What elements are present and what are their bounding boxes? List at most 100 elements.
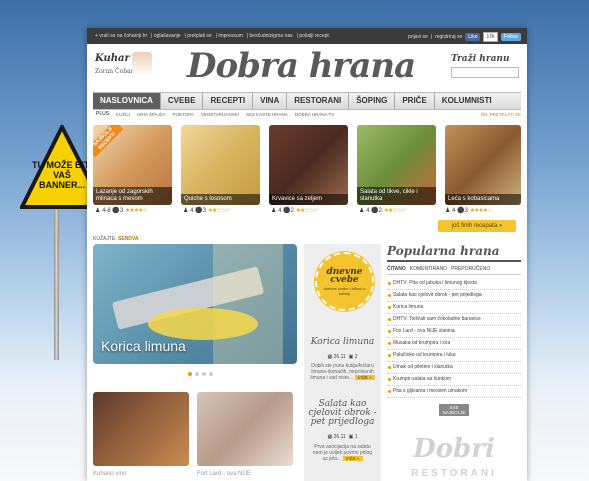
pot-icon: ⚫ — [195, 208, 203, 214]
facebook-like-button[interactable]: Like — [465, 33, 481, 41]
kuzajte: KUŽAJTE: SENDVA — [93, 236, 138, 242]
recipe-card[interactable]: Salata od tikve, cikle i slanutka — [357, 125, 436, 205]
list-item[interactable]: Fox Lard - ova NIJE slanina — [387, 326, 521, 338]
persons-icon: ♟ — [359, 208, 365, 214]
recipe-stats: ♟ 4 ⚫2 ★★☆☆☆ — [271, 207, 319, 214]
all-popular-button[interactable]: SVE NAJBOLJE — [439, 404, 469, 416]
rating-stars-icon: ★★☆☆☆ — [207, 208, 231, 214]
topbar-link[interactable]: + vrati se na čoharoji.hr — [95, 33, 147, 39]
list-item[interactable]: DHTV: Pita od jabuka i limunog tijesta — [387, 278, 521, 290]
recipe-card[interactable]: NAJBOLJI RECEPTI Lazanje od zagorskih ml… — [93, 125, 172, 205]
subnav-item[interactable]: KUŽILI — [116, 112, 130, 117]
nav-item-naslovnica[interactable]: NASLOVNICA — [93, 93, 161, 109]
nav-item-restorani[interactable]: RESTORANI — [287, 93, 350, 109]
tab-komentirano[interactable]: KOMENTIRANO — [410, 266, 447, 272]
topbar-link[interactable]: besčudnizigrna nas — [250, 33, 293, 39]
pot-count: 3 — [464, 208, 468, 214]
recipe-cards: NAJBOLJI RECEPTI Lazanje od zagorskih ml… — [93, 125, 521, 215]
pot-count: 2 — [290, 208, 294, 214]
topbar-link[interactable]: pošalji recept — [299, 33, 328, 39]
rating-stars-icon: ★★☆☆☆ — [295, 208, 319, 214]
more-recipes-button[interactable]: još finih recepata » — [438, 220, 516, 232]
mulled-wine-image[interactable] — [93, 392, 189, 466]
subnav-item[interactable]: PIJETOPA — [173, 112, 194, 117]
list-item[interactable]: DHTV: Tortirali sam čokoladne banance — [387, 314, 521, 326]
tip-title[interactable]: Korica limuna — [308, 338, 377, 347]
persons-count: 4 — [452, 208, 456, 214]
list-item[interactable]: Palačinke od krumpira i luka — [387, 350, 521, 362]
nav-item-vina[interactable]: VINA — [253, 93, 288, 109]
nav-item-soping[interactable]: ŠOPING — [349, 93, 396, 109]
tip-title[interactable]: Salata kao cjelovit obrok - pet prijedlo… — [308, 400, 377, 427]
topbar-link[interactable]: pretplati se — [187, 33, 211, 39]
kuzajte-link[interactable]: SENDVA — [118, 236, 138, 242]
tab-preporuceno[interactable]: PREPORUČENO — [451, 266, 490, 272]
ad-sign-text[interactable]: TU MOŽE BITI VAŠ BANNER... — [32, 160, 92, 190]
twitter-follow-button[interactable]: Follow — [500, 33, 521, 41]
popular-column: Popularna hrana ČITANO KOMENTIRANO PREPO… — [387, 244, 521, 481]
topbar-link[interactable]: impressum — [218, 33, 242, 39]
kuhar-title: Kuhar — [95, 53, 130, 64]
daily-tips-badge[interactable]: dnevne cvebe dnevne cvebe i trikovi u ku… — [315, 252, 374, 311]
search-input[interactable] — [451, 67, 519, 78]
lard-image[interactable] — [197, 392, 293, 466]
tip-text: Prva asocijacija na salatu nam je uvijek… — [310, 444, 375, 462]
subnav-item[interactable]: PLUS — [96, 111, 109, 117]
tip-comments: 1 — [354, 434, 358, 440]
popular-title: Popularna hrana — [387, 244, 521, 262]
list-item[interactable]: Pita s gljivama i mesnim umakom — [387, 386, 521, 398]
nav-item-recepti[interactable]: RECEPTI — [203, 93, 254, 109]
search-label: Traži hranu — [451, 54, 510, 64]
tip-comments: 2 — [354, 354, 358, 360]
persons-count: 4 — [190, 208, 194, 214]
subnav-item[interactable]: SEZ KASTE HRANA — [246, 112, 288, 117]
rating-stars-icon: ★★★★☆ — [124, 208, 148, 214]
search-box: Traži hranu — [451, 54, 519, 78]
tip-meta: ▦ 26.11 ▣ 1 — [308, 434, 377, 440]
nav-item-cvebe[interactable]: CVEBE — [161, 93, 204, 109]
topbar-link[interactable]: oglašavanje — [154, 33, 181, 39]
subnav-item[interactable]: DOBRA HRANA TV — [295, 112, 334, 117]
recipe-card[interactable]: Quiche s lososom — [181, 125, 260, 205]
list-item[interactable]: Korica limuna — [387, 302, 521, 314]
list-item[interactable]: Krumpir-salata sa šunkom — [387, 374, 521, 386]
recipe-title: Lazanje od zagorskih mlinaca s mesom — [93, 187, 172, 205]
persons-count: 4-8 — [102, 208, 111, 214]
subnav-item[interactable]: VEGETARIJANSKI — [201, 112, 239, 117]
list-item[interactable]: Musaka od krumpira i sira — [387, 338, 521, 350]
badge-title: dnevne cvebe — [326, 267, 363, 285]
slider-dot[interactable] — [195, 372, 199, 376]
slider-dot[interactable] — [209, 372, 213, 376]
nav-item-kolumnisti[interactable]: KOLUMNISTI — [435, 93, 499, 109]
recipe-card[interactable]: Leća s kobasicama — [445, 125, 521, 205]
recipe-card[interactable]: Krvavice sa zeljem — [269, 125, 348, 205]
facebook-count: 17k — [483, 32, 498, 42]
tab-citano[interactable]: ČITANO — [387, 266, 406, 272]
register-link[interactable]: registriraj se — [435, 34, 462, 40]
list-item[interactable]: Salata kao cjelovit obrok - pet prijedlo… — [387, 290, 521, 302]
slider-dot[interactable] — [202, 372, 206, 376]
more-button[interactable]: VIŠE » — [342, 456, 363, 461]
restorani-logo-text: RESTORANI — [411, 468, 497, 479]
subnav-item[interactable]: HRIA ŠPAJZA — [137, 112, 165, 117]
comment-icon: ▣ — [348, 354, 354, 360]
login-link[interactable]: prijavi se — [408, 34, 428, 40]
list-item[interactable]: Umak od piletine i slanutka — [387, 362, 521, 374]
main-nav: NASLOVNICA CVEBE RECEPTI VINA RESTORANI … — [93, 92, 521, 110]
subscribe-link[interactable]: DN: PRETPLATI SE — [481, 112, 521, 117]
tip-text: Dobili ste punu kutiju/košaru limuna dom… — [310, 363, 375, 381]
recipe-title: Leća s kobasicama — [445, 194, 521, 205]
feature-title: Korica limuna — [101, 338, 186, 354]
recipe-stats: ♟ 4 ⚫3 ★★☆☆☆ — [183, 207, 231, 214]
slider-dots — [188, 372, 213, 376]
more-button[interactable]: VIŠE » — [354, 375, 375, 380]
chef-avatar — [132, 52, 152, 76]
slider-dot[interactable] — [188, 372, 192, 376]
rating-stars-icon: ★★★★☆ — [469, 208, 493, 214]
site-logo[interactable]: Dobra hrana — [187, 46, 416, 86]
small-item-title[interactable]: Kuhano vino — [93, 471, 126, 477]
dobri-restorani-logo[interactable]: Dobri — [387, 434, 521, 464]
small-item-title[interactable]: Fort Lard - ova NIJE — [197, 471, 251, 477]
feature-slide[interactable]: Korica limuna — [93, 244, 297, 364]
nav-item-price[interactable]: PRIČE — [395, 93, 435, 109]
